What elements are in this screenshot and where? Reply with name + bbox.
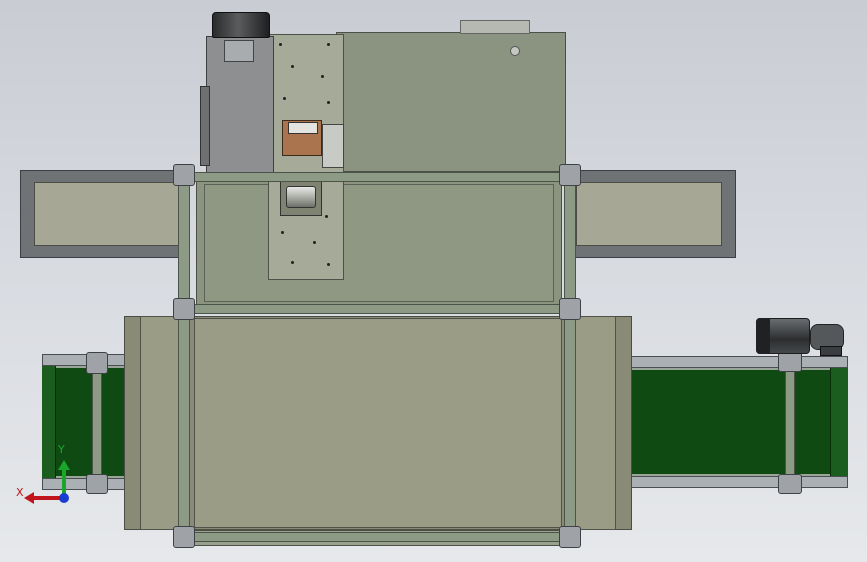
upper-housing-top-parts [460, 20, 530, 34]
x-axis-label: X [16, 486, 24, 499]
frame-joint-bottom-right [559, 526, 581, 548]
frame-joint-mid-right [559, 298, 581, 320]
frame-post-right [564, 176, 576, 540]
middle-housing-inner [204, 184, 554, 302]
y-axis-arrowhead [58, 460, 70, 470]
main-housing-right-panel [572, 316, 616, 530]
gearbox-mount [820, 346, 842, 356]
frame-joint-top-left [173, 164, 195, 186]
upper-housing [336, 32, 566, 172]
right-conveyor-leg [785, 356, 795, 490]
frame-rail-middle [184, 304, 570, 314]
blower-window [224, 40, 254, 62]
drive-motor-cap [756, 318, 770, 354]
cylinder [286, 186, 316, 208]
frame-rail-top [184, 172, 570, 182]
frame-post-left [178, 176, 190, 540]
right-conveyor-joint-bottom [778, 474, 802, 494]
frame-joint-bottom-left [173, 526, 195, 548]
left-conveyor-leg [92, 360, 102, 488]
right-conveyor-top-rail [630, 356, 848, 368]
blower-side-flange [200, 86, 210, 166]
upper-housing-knob [510, 46, 520, 56]
main-housing-center-panel [194, 318, 562, 528]
right-conveyor-end-roller [830, 368, 848, 476]
carriage-block-top [288, 122, 318, 134]
frame-rail-bottom [184, 532, 570, 542]
blower-motor [212, 12, 270, 38]
side-bracket [322, 124, 344, 168]
right-conveyor-bottom-rail [630, 476, 848, 488]
left-conveyor-joint-bottom [86, 474, 108, 494]
x-axis-arrowhead [24, 492, 34, 504]
right-conveyor-belt [630, 368, 848, 476]
right-side-hood-inner [576, 182, 722, 246]
left-side-hood-inner [34, 182, 182, 246]
frame-joint-mid-left [173, 298, 195, 320]
z-axis-origin [59, 493, 69, 503]
y-axis-label: Y [58, 443, 65, 456]
left-conveyor-joint-top [86, 352, 108, 374]
frame-joint-top-right [559, 164, 581, 186]
